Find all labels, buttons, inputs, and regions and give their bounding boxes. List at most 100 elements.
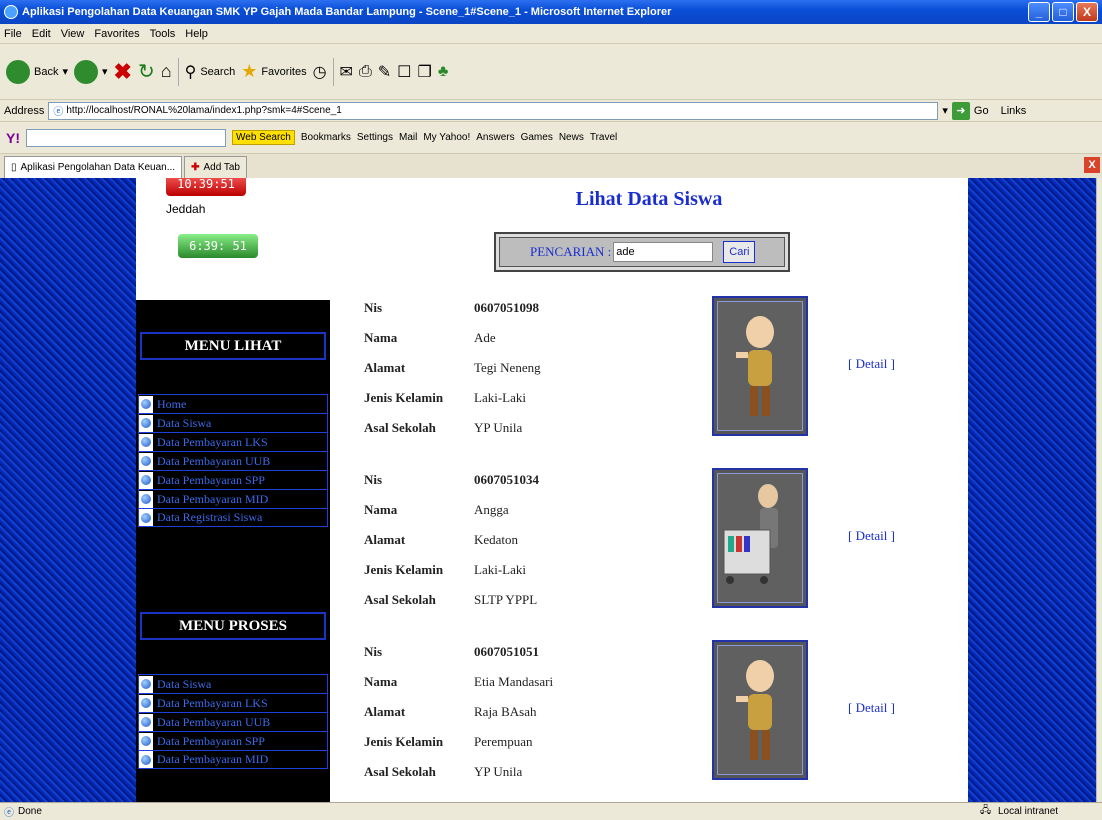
home-icon[interactable]: ⌂ (161, 61, 172, 82)
student-record: Nis 0607051098 Nama Ade Alamat Tegi Neneng … (330, 296, 968, 456)
student-photo (712, 640, 808, 780)
menu-edit[interactable]: Edit (32, 28, 51, 40)
print-icon[interactable]: ⎙ (359, 63, 372, 81)
status-bar: ⓔ Done 🖧 Local intranet (0, 802, 1102, 820)
bullet-icon (141, 475, 151, 485)
alamat-value: Raja BAsah (474, 704, 537, 719)
tab-active[interactable]: ▯ Aplikasi Pengolahan Data Keuan... (4, 156, 183, 178)
back-arrow-icon (6, 59, 30, 84)
close-button[interactable]: X (1076, 2, 1098, 22)
jk-label: Jenis Kelamin (364, 562, 444, 577)
mail-button[interactable]: Mail (399, 132, 417, 143)
asal-label: Asal Sekolah (364, 420, 436, 435)
news-button[interactable]: News (559, 132, 584, 143)
asal-value: YP Unila (474, 420, 523, 435)
sidebar-item-proses-lks[interactable]: Data Pembayaran LKS (138, 693, 328, 712)
dropdown-icon[interactable]: ▾ (942, 104, 948, 117)
sidebar-item-pembayaran-spp[interactable]: Data Pembayaran SPP (138, 470, 328, 489)
asal-value: YP Unila (474, 764, 523, 779)
sidebar-item-proses-mid[interactable]: Data Pembayaran MID (138, 750, 328, 769)
plus-icon: ✚ (191, 162, 200, 173)
minimize-button[interactable]: _ (1028, 2, 1050, 22)
go-arrow-icon[interactable]: ➜ (951, 101, 970, 120)
research-icon[interactable]: ❐ (418, 62, 432, 82)
search-input[interactable]: ade (613, 242, 714, 262)
sidebar-item-pembayaran-uub[interactable]: Data Pembayaran UUB (138, 451, 328, 470)
toolbar: Back ▾ ▾ ✖ ↻ ⌂ ⚲ Search ★ Favorites ◷ ✉ ⎙ … (0, 44, 1102, 100)
detail-link[interactable]: [ Detail ] (848, 528, 895, 544)
history-icon[interactable]: ◷ (313, 62, 327, 82)
menu-proses-header: MENU PROSES (140, 612, 326, 640)
messenger-icon[interactable]: ♣ (438, 63, 449, 81)
sidebar-item-pembayaran-lks[interactable]: Data Pembayaran LKS (138, 432, 328, 451)
yahoo-logo-icon[interactable]: Y! (6, 130, 20, 146)
answers-button[interactable]: Answers (476, 132, 514, 143)
bullet-icon (141, 512, 151, 523)
yahoo-toolbar: Y! Web Search Bookmarks Settings Mail My… (0, 122, 1102, 154)
detail-link[interactable]: [ Detail ] (848, 356, 895, 372)
menu-favorites[interactable]: Favorites (94, 28, 139, 40)
sidebar-item-proses-spp[interactable]: Data Pembayaran SPP (138, 731, 328, 750)
main-content: Lihat Data Siswa PENCARIAN : ade Cari Ni… (330, 178, 968, 802)
nama-value: Angga (474, 502, 509, 517)
back-button[interactable]: Back ▾ (6, 59, 68, 84)
bullet-icon (141, 679, 151, 689)
yahoo-search-input[interactable] (26, 128, 226, 147)
nis-value: 0607051098 (474, 300, 539, 315)
address-bar: Address ⓔ http://localhost/RONAL%20lama/i… (0, 100, 1102, 122)
menu-lihat-header: MENU LIHAT (140, 332, 326, 360)
sidebar-item-data-siswa[interactable]: Data Siswa (138, 413, 328, 432)
nis-label: Nis (364, 644, 383, 659)
address-input[interactable]: ⓔ http://localhost/RONAL%20lama/index1.ph… (48, 101, 939, 120)
go-button[interactable]: Go (974, 105, 989, 117)
right-background (968, 178, 1096, 802)
sidebar-item-proses-siswa[interactable]: Data Siswa (138, 674, 328, 693)
menu-file[interactable]: File (4, 28, 22, 40)
vertical-scrollbar[interactable] (1096, 178, 1102, 802)
sidebar-item-proses-uub[interactable]: Data Pembayaran UUB (138, 712, 328, 731)
sidebar-item-pembayaran-mid[interactable]: Data Pembayaran MID (138, 489, 328, 508)
character-image (736, 316, 774, 416)
games-button[interactable]: Games (521, 132, 553, 143)
bookmarks-button[interactable]: Bookmarks (301, 132, 351, 143)
bullet-icon (141, 494, 151, 504)
clock-bottom: 6:39: 51 (178, 234, 258, 258)
status-text: Done (18, 806, 42, 817)
sidebar-item-registrasi[interactable]: Data Registrasi Siswa (138, 508, 328, 527)
my-yahoo-button[interactable]: My Yahoo! (423, 132, 470, 143)
close-tab-icon[interactable]: X (1084, 157, 1100, 173)
jk-value: Laki-Laki (474, 390, 526, 405)
settings-button[interactable]: Settings (357, 132, 393, 143)
menubar: File Edit View Favorites Tools Help (0, 24, 1102, 44)
refresh-icon[interactable]: ↻ (138, 59, 155, 84)
asal-value: SLTP YPPL (474, 592, 538, 607)
add-tab-button[interactable]: ✚ Add Tab (184, 156, 247, 178)
edit-icon[interactable]: ✎ (378, 62, 391, 82)
detail-link[interactable]: [ Detail ] (848, 700, 895, 716)
nama-value: Etia Mandasari (474, 674, 554, 689)
jk-value: Perempuan (474, 734, 533, 749)
nis-label: Nis (364, 472, 383, 487)
page-icon: ⓔ (53, 107, 64, 118)
menu-help[interactable]: Help (185, 28, 208, 40)
search-button[interactable]: Cari (723, 241, 756, 263)
page-viewport: 10:39:51 Jeddah 6:39: 51 MENU LIHAT Home… (0, 178, 1096, 802)
links-button[interactable]: Links (1001, 105, 1027, 117)
menu-view[interactable]: View (61, 28, 85, 40)
forward-button[interactable]: ▾ (74, 59, 108, 84)
sidebar-item-home[interactable]: Home (138, 394, 328, 413)
stop-icon[interactable]: ✖ (114, 59, 132, 85)
web-search-button[interactable]: Web Search (232, 130, 295, 145)
mail-icon[interactable]: ✉ (340, 62, 353, 82)
menu-tools[interactable]: Tools (150, 28, 176, 40)
bullet-icon (141, 754, 151, 765)
favorites-button[interactable]: ★ Favorites (241, 61, 306, 82)
maximize-button[interactable]: □ (1052, 2, 1074, 22)
student-record: Nis 0607051051 Nama Etia Mandasari Alamat R… (330, 640, 968, 800)
bullet-icon (141, 456, 151, 466)
zone-icon: 🖧 (980, 805, 992, 816)
travel-button[interactable]: Travel (590, 132, 617, 143)
search-button[interactable]: ⚲ Search (185, 62, 236, 82)
discuss-icon[interactable]: ☐ (397, 62, 411, 82)
zone-text: Local intranet (998, 806, 1059, 817)
